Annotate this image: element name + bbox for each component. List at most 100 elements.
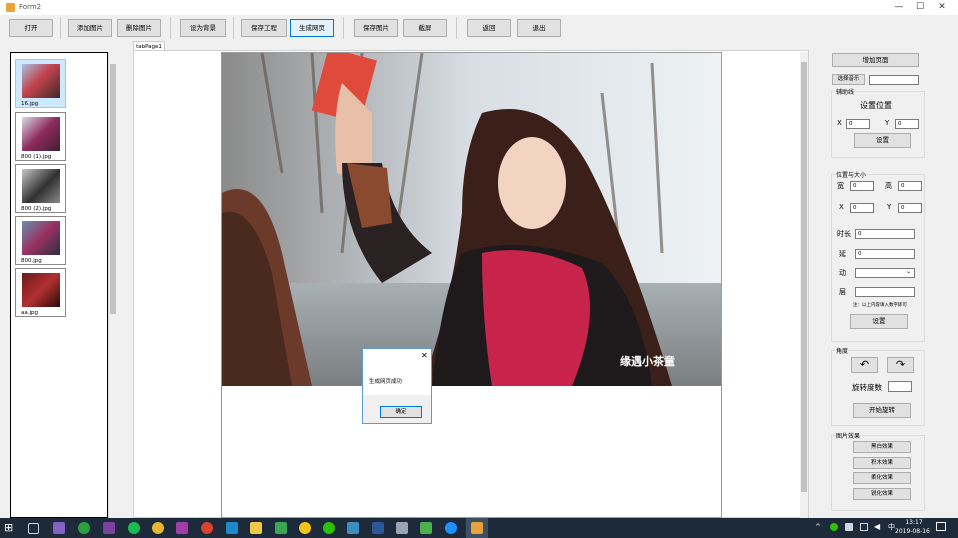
- width-label: 宽: [837, 182, 844, 190]
- duration-label: 时长: [837, 230, 851, 238]
- sharpen-effect-button[interactable]: 锐化效果: [853, 488, 911, 500]
- dialog-close-icon[interactable]: ✕: [421, 351, 428, 360]
- thumbnail-label: aa.jpg: [21, 310, 38, 316]
- thumbnail-image: [22, 169, 60, 203]
- auxline-group-label: 辅助线: [836, 87, 855, 96]
- block-effect-button[interactable]: 积木效果: [853, 457, 911, 469]
- visual-studio-icon[interactable]: [53, 522, 65, 534]
- open-button[interactable]: 打开: [9, 19, 53, 37]
- position-size-group-label: 位置与大小: [836, 170, 867, 179]
- layer-input[interactable]: [855, 287, 915, 297]
- thumbnail-item[interactable]: 800 (1).jpg: [15, 112, 66, 161]
- thumbnail-image: [22, 221, 60, 255]
- watermark-text: 缘遇小茶童: [620, 355, 675, 368]
- word-icon[interactable]: [372, 522, 384, 534]
- thumbnail-item[interactable]: 16.jpg: [15, 59, 66, 108]
- network-icon[interactable]: [860, 523, 868, 531]
- height-label: 高: [885, 182, 892, 190]
- thumbnail-label: 800 (1).jpg: [21, 154, 52, 160]
- task-view-icon[interactable]: [28, 523, 39, 534]
- save-project-button[interactable]: 保存工程: [241, 19, 287, 37]
- effects-group-label: 图片效果: [836, 431, 861, 440]
- title-bar: [0, 0, 958, 15]
- back-button[interactable]: 返回: [467, 19, 511, 37]
- layer-label: 层: [839, 288, 846, 296]
- add-page-button[interactable]: 增加页面: [832, 53, 919, 67]
- clock-time[interactable]: 13:17: [904, 519, 924, 526]
- start-rotate-button[interactable]: 开始旋转: [853, 403, 911, 418]
- delay-label: 延: [839, 250, 846, 258]
- width-input[interactable]: 0: [850, 181, 874, 191]
- tray-icon[interactable]: [845, 523, 853, 531]
- notification-icon[interactable]: [936, 522, 946, 531]
- degree-input[interactable]: [888, 381, 912, 392]
- set-background-button[interactable]: 设为背景: [180, 19, 226, 37]
- chevron-up-icon[interactable]: ^: [815, 523, 821, 531]
- app-icon-red[interactable]: [201, 522, 213, 534]
- app-icon-network[interactable]: [347, 522, 359, 534]
- chevron-down-icon[interactable]: ⌄: [906, 268, 911, 275]
- active-app-tile[interactable]: [466, 518, 488, 538]
- start-icon[interactable]: ⊞: [4, 522, 16, 534]
- app-icon-sheet[interactable]: [420, 522, 432, 534]
- delete-image-button[interactable]: 删除图片: [117, 19, 161, 37]
- rotate-right-button[interactable]: ↷: [887, 357, 914, 373]
- app-icon-doc[interactable]: [275, 522, 287, 534]
- input-language[interactable]: 中: [888, 522, 895, 532]
- minimize-button[interactable]: —: [889, 1, 909, 14]
- taskbar: ⊞ ^ ◀ 中 13:17 2019-08-16: [0, 518, 958, 538]
- aux-x-label: X: [837, 119, 842, 127]
- pycharm-icon[interactable]: [176, 522, 188, 534]
- canvas-scrollbar[interactable]: [800, 52, 808, 518]
- bw-effect-button[interactable]: 黑白效果: [853, 441, 911, 453]
- duration-input[interactable]: 0: [855, 229, 915, 239]
- exit-button[interactable]: 退出: [517, 19, 561, 37]
- scroll-thumb[interactable]: [110, 64, 116, 314]
- pos-x-input[interactable]: 0: [850, 203, 874, 213]
- tray-wechat-icon[interactable]: [830, 523, 838, 531]
- delay-input[interactable]: 0: [855, 249, 915, 259]
- clock-date[interactable]: 2019-08-16: [895, 528, 930, 535]
- possize-set-button[interactable]: 设置: [850, 314, 908, 329]
- app-icon-blue[interactable]: [226, 522, 238, 534]
- scroll-thumb[interactable]: [801, 62, 807, 492]
- select-music-button[interactable]: 选择音乐: [832, 74, 865, 85]
- input-note: 注：以上内容填入数字即可: [853, 303, 907, 308]
- screenshot-button[interactable]: 截屏: [403, 19, 447, 37]
- aux-set-button[interactable]: 设置: [854, 133, 911, 148]
- generate-page-button[interactable]: 生成网页: [290, 19, 334, 37]
- music-input[interactable]: [869, 75, 919, 85]
- chrome-icon[interactable]: [152, 522, 164, 534]
- aux-y-input[interactable]: 0: [895, 119, 919, 129]
- message-dialog: ✕ 生成网页成功 确定: [362, 348, 432, 424]
- add-image-button[interactable]: 添加图片: [68, 19, 112, 37]
- pos-y-input[interactable]: 0: [898, 203, 922, 213]
- save-image-button[interactable]: 保存图片: [354, 19, 398, 37]
- height-input[interactable]: 0: [898, 181, 922, 191]
- maximize-button[interactable]: ☐: [910, 1, 930, 14]
- dialog-ok-button[interactable]: 确定: [380, 406, 422, 418]
- thumbnail-scrollbar[interactable]: [108, 52, 118, 518]
- rotate-left-button[interactable]: ↶: [851, 357, 878, 373]
- close-button[interactable]: ✕: [932, 1, 952, 14]
- app-icon-yellow[interactable]: [299, 522, 311, 534]
- rotate-right-icon: ↷: [895, 358, 906, 371]
- thumbnail-item[interactable]: aa.jpg: [15, 268, 66, 317]
- edge-icon[interactable]: [445, 522, 457, 534]
- app-icon-green[interactable]: [78, 522, 90, 534]
- volume-icon[interactable]: ◀: [874, 522, 880, 531]
- onenote-icon[interactable]: [103, 522, 115, 534]
- animation-label: 动: [839, 269, 846, 277]
- file-explorer-icon[interactable]: [250, 522, 262, 534]
- thumbnail-item[interactable]: 800 (2).jpg: [15, 164, 66, 213]
- main-photo[interactable]: 缘遇小茶童: [222, 53, 721, 386]
- app-icon-gray[interactable]: [396, 522, 408, 534]
- thumbnail-item[interactable]: 800.jpg: [15, 216, 66, 265]
- aux-x-input[interactable]: 0: [846, 119, 870, 129]
- app-icon-circle[interactable]: [128, 522, 140, 534]
- wechat-icon[interactable]: [323, 522, 335, 534]
- thumbnail-list[interactable]: 16.jpg 800 (1).jpg 800 (2).jpg 800.jpg a…: [10, 52, 108, 518]
- window-title: Form2: [19, 3, 42, 11]
- dialog-message: 生成网页成功: [369, 379, 403, 385]
- soften-effect-button[interactable]: 柔化效果: [853, 472, 911, 484]
